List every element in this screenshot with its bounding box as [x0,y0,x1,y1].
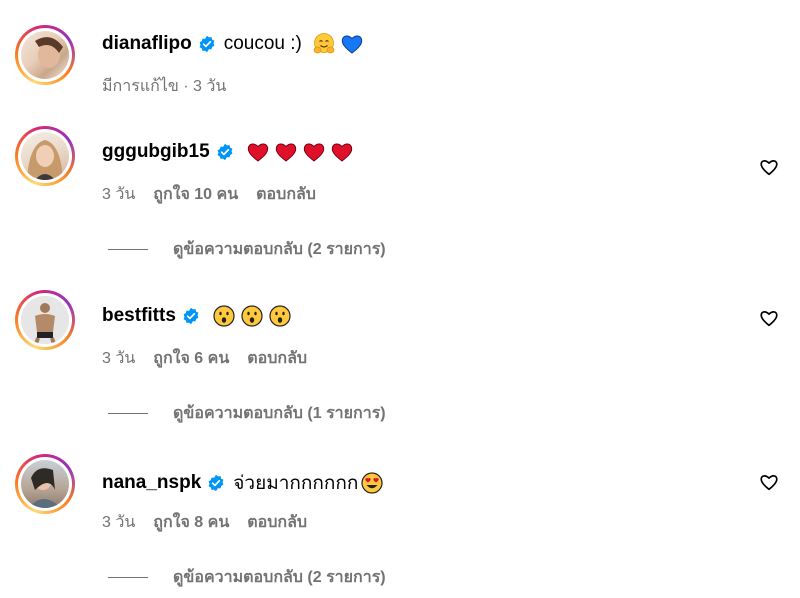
comment-line: gggubgib15 [102,140,354,164]
like-heart-icon[interactable] [758,471,780,493]
edited-time-label: มีการแก้ไข · 3 วัน [102,78,227,95]
comment-text: coucou :) [223,33,302,54]
comment-line: bestfitts [102,304,292,328]
replies-divider [108,577,148,578]
verified-badge-icon [208,474,224,492]
username[interactable]: nana_nspk [102,472,201,494]
comment-meta: 3 วัน ถูกใจ 6 คน ตอบกลับ [102,346,307,371]
avatar[interactable] [15,454,75,514]
username[interactable]: dianaflipo [102,33,192,55]
view-replies-label: ดูข้อความตอบกลับ (2 รายการ) [173,569,386,586]
avatar[interactable] [15,126,75,186]
red-heart-icon [303,143,324,162]
avatar[interactable] [15,290,75,350]
view-replies-button[interactable]: ดูข้อความตอบกลับ (2 รายการ) [108,565,386,590]
replies-divider [108,413,148,414]
red-heart-icon [275,143,296,162]
red-heart-icon [247,143,268,162]
comment-text: จ่วยมากกกกกก [233,473,359,494]
comment-time[interactable]: 3 วัน [102,346,135,371]
likes-count[interactable]: ถูกใจ 6 คน [153,346,229,371]
comment-meta: มีการแก้ไข · 3 วัน [102,74,226,99]
view-replies-label: ดูข้อความตอบกลับ (1 รายการ) [173,405,386,422]
reply-button[interactable]: ตอบกลับ [256,182,316,207]
view-replies-button[interactable]: ดูข้อความตอบกลับ (1 รายการ) [108,401,386,426]
like-heart-icon[interactable] [758,156,780,178]
heart-eyes-face-icon [361,472,384,494]
hushed-face-icon [241,305,263,327]
view-replies-button[interactable]: ดูข้อความตอบกลับ (2 รายการ) [108,237,386,262]
view-replies-label: ดูข้อความตอบกลับ (2 รายการ) [173,241,386,258]
verified-badge-icon [199,35,215,53]
verified-badge-icon [183,307,199,325]
comment-meta: 3 วัน ถูกใจ 8 คน ตอบกลับ [102,510,307,535]
comment-line: nana_nspk จ่วยมากกกกกก [102,468,384,498]
reply-button[interactable]: ตอบกลับ [247,510,307,535]
hushed-face-icon [269,305,291,327]
like-heart-icon[interactable] [758,307,780,329]
username[interactable]: bestfitts [102,305,176,327]
reply-button[interactable]: ตอบกลับ [247,346,307,371]
blue-heart-icon [341,35,363,54]
likes-count[interactable]: ถูกใจ 10 คน [153,182,238,207]
comment-line: dianaflipo coucou :) [102,32,364,56]
red-heart-icon [331,143,352,162]
avatar[interactable] [15,25,75,85]
comment-time[interactable]: 3 วัน [102,510,135,535]
likes-count[interactable]: ถูกใจ 8 คน [153,510,229,535]
replies-divider [108,249,148,250]
comment-time[interactable]: 3 วัน [102,182,135,207]
hushed-face-icon [213,305,235,327]
hugging-face-icon [313,33,335,54]
comment-meta: 3 วัน ถูกใจ 10 คน ตอบกลับ [102,182,316,207]
username[interactable]: gggubgib15 [102,141,210,163]
verified-badge-icon [217,143,233,161]
